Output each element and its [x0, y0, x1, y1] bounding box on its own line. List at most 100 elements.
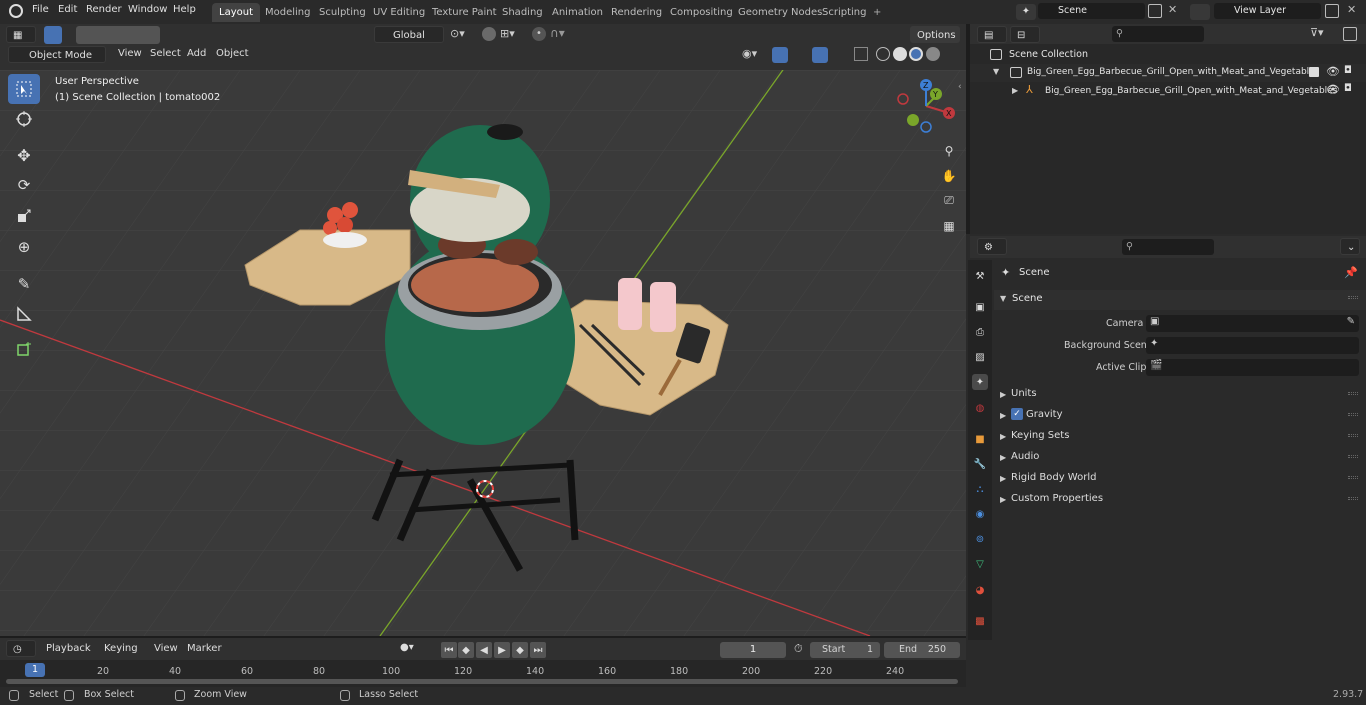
editor-type-menu[interactable]: ▦: [6, 26, 36, 43]
scene-selector-icon[interactable]: ✦: [1016, 4, 1036, 20]
properties-options-icon[interactable]: ⌄: [1340, 238, 1360, 255]
keying-menu[interactable]: Keying: [98, 640, 146, 657]
select-box-tool[interactable]: [8, 74, 40, 104]
gravity-panel[interactable]: Gravity: [1026, 409, 1063, 420]
zoom-icon[interactable]: ⚲: [938, 140, 960, 162]
next-keyframe-icon[interactable]: ◆: [512, 642, 528, 658]
active-clip-field[interactable]: 🎬: [1146, 359, 1359, 376]
timeline-editor-type[interactable]: ◷: [6, 640, 36, 657]
tab-animation[interactable]: Animation: [545, 3, 610, 22]
object-mode-dropdown[interactable]: Object Mode: [8, 46, 106, 63]
properties-search-input[interactable]: ⚲: [1122, 239, 1214, 255]
new-collection-icon[interactable]: [1343, 27, 1357, 41]
proportional-edit-icon[interactable]: •: [532, 27, 546, 41]
new-scene-icon[interactable]: [1148, 4, 1162, 18]
drag-grip-icon[interactable]: [1348, 413, 1358, 416]
drag-grip-icon[interactable]: [1348, 434, 1358, 437]
tab-shading[interactable]: Shading: [495, 3, 550, 22]
stopwatch-icon[interactable]: ⏱: [794, 642, 803, 656]
tab-layout[interactable]: Layout: [212, 3, 260, 22]
object-tab-icon[interactable]: ■: [972, 431, 988, 447]
scene-name-field[interactable]: Scene: [1038, 3, 1145, 19]
tab-scripting[interactable]: Scripting: [815, 3, 873, 22]
auto-keying-icon[interactable]: ●▾: [400, 642, 430, 656]
close-view-layer-icon[interactable]: ✕: [1347, 3, 1356, 16]
snap-settings-icon[interactable]: ⊞▾: [500, 27, 522, 43]
drag-grip-icon[interactable]: [1348, 455, 1358, 458]
texture-tab-icon[interactable]: ▩: [972, 613, 988, 629]
timeline-scrollbar[interactable]: [6, 679, 958, 684]
filter-icon[interactable]: ⊽▾: [1310, 26, 1324, 39]
expand-right-icon[interactable]: ▶: [1000, 453, 1006, 462]
modifier-tab-icon[interactable]: 🔧: [972, 456, 988, 472]
start-frame-field[interactable]: Start 1: [810, 642, 880, 658]
add-cube-tool[interactable]: [8, 334, 40, 364]
end-frame-field[interactable]: End 250: [884, 642, 960, 658]
playback-menu[interactable]: Playback: [40, 640, 96, 657]
overlay-toggle-icon[interactable]: [812, 47, 828, 63]
tool-tab-icon[interactable]: ⚒: [972, 268, 988, 284]
add-workspace-button[interactable]: +: [866, 3, 888, 22]
scene-section-header[interactable]: [994, 290, 1366, 310]
expand-right-icon[interactable]: ▶: [1000, 390, 1006, 399]
play-reverse-icon[interactable]: ◀: [476, 642, 492, 658]
visibility-icon[interactable]: ◉▾: [742, 47, 757, 60]
audio-panel[interactable]: Audio: [1011, 451, 1039, 462]
jump-end-icon[interactable]: ⏭: [530, 642, 546, 658]
constraints-tab-icon[interactable]: ⊚: [972, 531, 988, 547]
output-tab-icon[interactable]: ⎙: [972, 324, 988, 340]
scene-tab-icon[interactable]: ✦: [972, 374, 988, 390]
shading-wireframe-icon[interactable]: [876, 47, 890, 61]
viewport-menu-select[interactable]: Select: [150, 48, 181, 59]
drag-grip-icon[interactable]: [1348, 476, 1358, 479]
render-tab-icon[interactable]: ▣: [972, 299, 988, 315]
outliner-item-object[interactable]: Big_Green_Egg_Barbecue_Grill_Open_with_M…: [1045, 86, 1337, 96]
expand-right-icon[interactable]: ▶: [1000, 474, 1006, 483]
physics-tab-icon[interactable]: ◉: [972, 506, 988, 522]
viewport-menu-add[interactable]: Add: [187, 48, 206, 59]
tab-sculpting[interactable]: Sculpting: [312, 3, 373, 22]
eyedropper-icon[interactable]: ✎: [1347, 316, 1355, 327]
expand-down-icon[interactable]: ▼: [993, 67, 999, 76]
world-tab-icon[interactable]: ◍: [972, 400, 988, 416]
move-tool[interactable]: ✥: [8, 140, 40, 170]
sidebar-toggle-icon[interactable]: ‹: [958, 82, 962, 92]
particles-tab-icon[interactable]: ⛬: [972, 481, 988, 497]
units-panel[interactable]: Units: [1011, 388, 1037, 399]
annotate-tool[interactable]: ✎: [8, 269, 40, 299]
camera-render-icon[interactable]: ◘: [1344, 65, 1352, 76]
options-dropdown[interactable]: Options: [910, 26, 960, 43]
outliner-item-collection[interactable]: Big_Green_Egg_Barbecue_Grill_Open_with_M…: [1027, 67, 1319, 77]
camera-view-icon[interactable]: ⎚: [938, 189, 960, 211]
menu-help[interactable]: Help: [173, 4, 196, 15]
falloff-icon[interactable]: ∩▾: [550, 26, 565, 40]
expand-right-icon[interactable]: ▶: [1000, 411, 1006, 420]
tab-texture-paint[interactable]: Texture Paint: [425, 3, 504, 22]
transform-tool[interactable]: ⊕: [8, 232, 40, 262]
expand-right-icon[interactable]: ▶: [1012, 86, 1018, 95]
exclude-checkbox[interactable]: [1309, 67, 1319, 77]
scale-tool[interactable]: [8, 201, 40, 231]
camera-render-icon[interactable]: ◘: [1344, 83, 1352, 94]
expand-down-icon[interactable]: ▼: [1000, 294, 1006, 303]
camera-field[interactable]: ▣ ✎: [1146, 315, 1359, 332]
menu-render[interactable]: Render: [86, 4, 122, 15]
properties-editor-type[interactable]: ⚙: [977, 238, 1007, 255]
eye-icon[interactable]: 👁: [1326, 65, 1340, 78]
play-icon[interactable]: ▶: [494, 642, 510, 658]
keying-sets-panel[interactable]: Keying Sets: [1011, 430, 1069, 441]
snap-icon[interactable]: [482, 27, 496, 41]
pivot-point-icon[interactable]: ⊙▾: [450, 27, 476, 43]
cursor-tool[interactable]: [8, 104, 40, 134]
viewport-menu-object[interactable]: Object: [216, 48, 249, 59]
timeline-view-menu[interactable]: View: [154, 643, 178, 654]
perspective-grid-icon[interactable]: ▦: [938, 215, 960, 237]
viewport-menu-view[interactable]: View: [118, 48, 142, 59]
gizmo-toggle-icon[interactable]: [772, 47, 788, 63]
select-mode-icon[interactable]: [44, 26, 62, 44]
view-layer-tab-icon[interactable]: ▨: [972, 349, 988, 365]
expand-right-icon[interactable]: ▶: [1000, 495, 1006, 504]
drag-grip-icon[interactable]: [1348, 497, 1358, 500]
3d-viewport[interactable]: User Perspective (1) Scene Collection | …: [0, 70, 966, 636]
tab-modeling[interactable]: Modeling: [258, 3, 318, 22]
